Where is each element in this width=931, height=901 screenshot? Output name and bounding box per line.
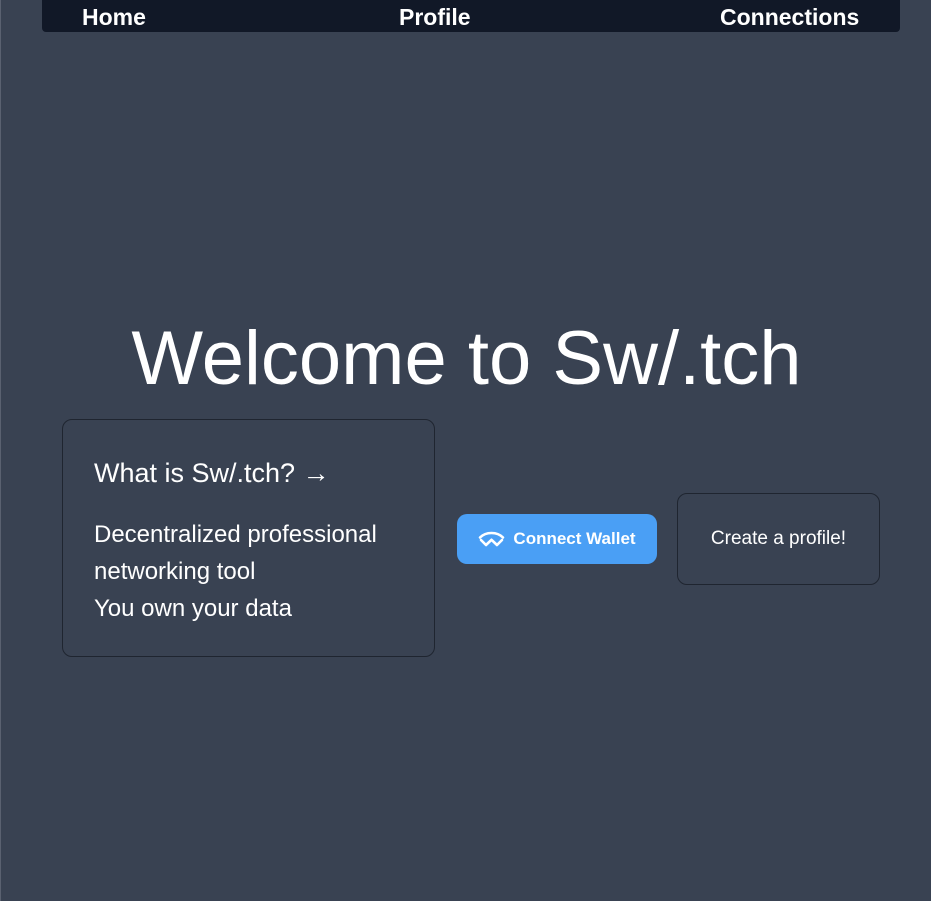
walletconnect-icon — [479, 531, 505, 547]
nav-link-connections[interactable]: Connections — [720, 2, 859, 32]
nav-link-home[interactable]: Home — [82, 2, 146, 32]
info-card-line: You own your data — [94, 595, 292, 622]
info-card-line: Decentralized professional — [94, 521, 377, 548]
info-card-title: What is Sw/.tch? → — [94, 458, 330, 488]
connect-wallet-label: Connect Wallet — [513, 529, 636, 548]
info-card-line: networking tool — [94, 558, 256, 585]
what-is-switch-card[interactable]: What is Sw/.tch? → Decentralized profess… — [62, 419, 435, 657]
create-profile-card[interactable]: Create a profile! — [677, 493, 880, 585]
nav-link-profile[interactable]: Profile — [399, 2, 471, 32]
connect-wallet-button[interactable]: Connect Wallet — [457, 514, 657, 564]
top-navbar: Home Profile Connections — [42, 0, 900, 32]
page-title: Welcome to Sw/.tch — [131, 316, 802, 401]
create-profile-label: Create a profile! — [710, 528, 847, 549]
